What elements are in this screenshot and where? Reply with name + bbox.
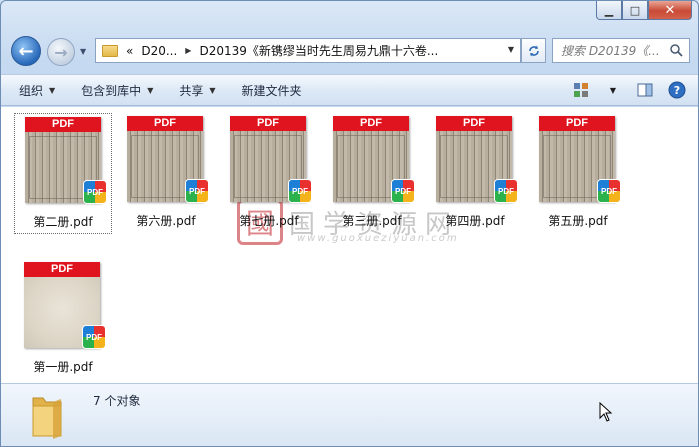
help-icon: ? [668, 81, 686, 99]
file-name: 第七册.pdf [239, 214, 299, 228]
minimize-button[interactable]: ▁ [596, 1, 622, 20]
folder-icon [32, 397, 62, 439]
file-item[interactable]: PDF PDF 第五册.pdf [529, 113, 627, 234]
explorer-window: ▁ □ ✕ ← → ▼ « D20... ▶ D20139《新镌缪当时先生周易九… [0, 0, 699, 447]
pdf-thumb-label: PDF [230, 116, 306, 131]
new-folder-label: 新建文件夹 [241, 83, 302, 98]
file-name: 第一册.pdf [33, 360, 93, 374]
breadcrumb-overflow[interactable]: « [126, 44, 133, 58]
close-button[interactable]: ✕ [648, 1, 692, 20]
help-button[interactable]: ? [666, 79, 688, 101]
chevron-down-icon: ▼ [147, 85, 154, 95]
pdf-thumb-label: PDF [25, 117, 101, 132]
file-name: 第五册.pdf [548, 214, 608, 228]
maximize-button[interactable]: □ [622, 1, 648, 20]
forward-button[interactable]: → [47, 38, 75, 66]
mouse-cursor-icon [599, 402, 613, 422]
include-in-library-label: 包含到库中 [81, 83, 142, 98]
recent-pages-dropdown[interactable]: ▼ [80, 47, 86, 56]
command-toolbar: 组织 ▼ 包含到库中 ▼ 共享 ▼ 新建文件夹 ▼ ? [1, 74, 698, 106]
watermark-url: www.guoxueziyuan.com [297, 233, 459, 244]
file-item[interactable]: PDF PDF 第四册.pdf [426, 113, 524, 234]
chevron-down-icon: ▼ [49, 85, 56, 95]
breadcrumb-current[interactable]: D20139《新镌缪当时先生周易九鼎十六卷... [199, 42, 438, 59]
refresh-button[interactable] [521, 38, 546, 63]
search-box[interactable] [552, 38, 690, 63]
include-in-library-menu[interactable]: 包含到库中 ▼ [73, 78, 161, 102]
pdf-app-icon: PDF [598, 180, 620, 202]
folder-icon [102, 44, 118, 57]
file-name: 第六册.pdf [136, 214, 196, 228]
file-item[interactable]: PDF PDF 第一册.pdf [14, 259, 112, 380]
view-grid-icon [574, 83, 588, 97]
file-item[interactable]: PDF PDF 第六册.pdf [117, 113, 215, 234]
view-options-dropdown[interactable]: ▼ [602, 79, 624, 101]
details-pane: 7 个对象 [1, 383, 698, 446]
change-view-button[interactable] [570, 79, 592, 101]
file-item[interactable]: PDF PDF 第七册.pdf [220, 113, 318, 234]
pdf-thumb-label: PDF [24, 262, 100, 277]
address-bar[interactable]: « D20... ▶ D20139《新镌缪当时先生周易九鼎十六卷... ▼ [95, 38, 521, 63]
preview-pane-button[interactable] [634, 79, 656, 101]
pdf-app-icon: PDF [83, 326, 105, 348]
file-name: 第三册.pdf [342, 214, 402, 228]
item-count: 7 个对象 [93, 394, 141, 408]
file-name: 第二册.pdf [33, 215, 93, 229]
svg-text:?: ? [674, 84, 680, 97]
pdf-thumb-label: PDF [436, 116, 512, 131]
organize-label: 组织 [19, 83, 44, 98]
breadcrumb-separator-icon[interactable]: ▶ [185, 46, 191, 55]
navigation-bar: ← → ▼ « D20... ▶ D20139《新镌缪当时先生周易九鼎十六卷..… [1, 35, 698, 67]
pdf-app-icon: PDF [289, 180, 311, 202]
file-name: 第四册.pdf [445, 214, 505, 228]
pdf-app-icon: PDF [186, 180, 208, 202]
search-input[interactable] [561, 43, 671, 58]
file-list-pane[interactable]: 國 国学资源网 www.guoxueziyuan.com PDF PDF 第二册… [1, 107, 698, 383]
organize-menu[interactable]: 组织 ▼ [11, 78, 63, 102]
chevron-down-icon: ▼ [209, 85, 216, 95]
share-menu[interactable]: 共享 ▼ [171, 78, 223, 102]
pdf-thumb-label: PDF [333, 116, 409, 131]
chevron-down-icon: ▼ [609, 85, 617, 95]
new-folder-button[interactable]: 新建文件夹 [234, 78, 310, 102]
breadcrumb-parent[interactable]: D20... [141, 44, 177, 58]
file-item[interactable]: PDF PDF 第二册.pdf [14, 113, 112, 234]
address-dropdown-icon[interactable]: ▼ [508, 45, 514, 54]
pdf-app-icon: PDF [84, 181, 106, 203]
pdf-thumb-label: PDF [539, 116, 615, 131]
search-icon[interactable] [669, 43, 683, 57]
pdf-app-icon: PDF [495, 180, 517, 202]
pdf-app-icon: PDF [392, 180, 414, 202]
forward-arrow-icon: → [54, 42, 68, 62]
pdf-thumb-label: PDF [127, 116, 203, 131]
file-item[interactable]: PDF PDF 第三册.pdf [323, 113, 421, 234]
back-button[interactable]: ← [11, 36, 41, 66]
back-arrow-icon: ← [18, 40, 34, 62]
window-caption-buttons: ▁ □ ✕ [596, 1, 692, 20]
share-label: 共享 [179, 83, 204, 98]
preview-pane-icon [637, 83, 653, 97]
refresh-icon [528, 45, 539, 56]
